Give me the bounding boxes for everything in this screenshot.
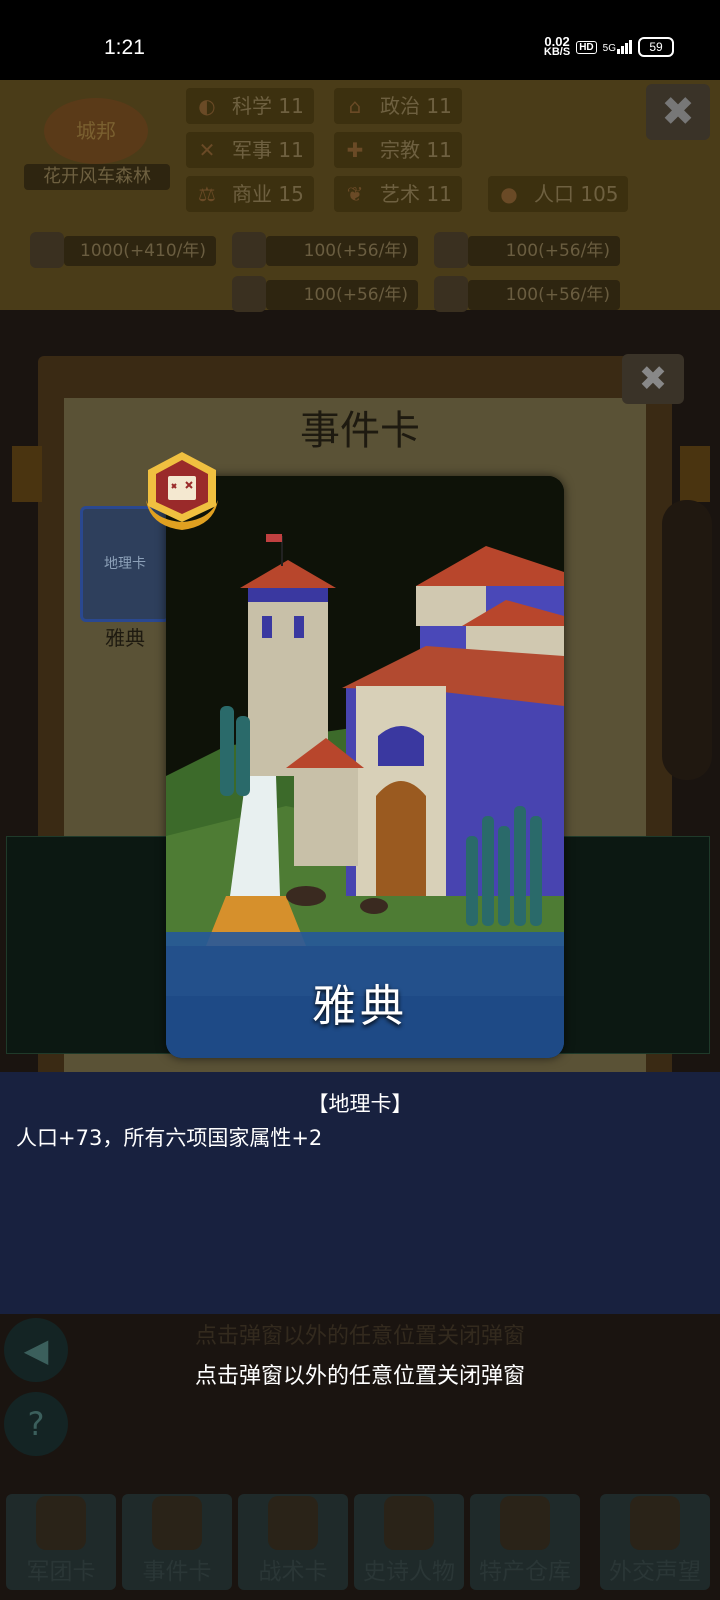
- nav-epic-characters[interactable]: 史诗人物: [354, 1494, 464, 1590]
- scroll-icon: [152, 1496, 202, 1550]
- status-indicators: 0.02 KB/S HD 5G 59: [543, 34, 674, 58]
- help-icon[interactable]: ?: [4, 1392, 68, 1456]
- battery-icon: 59: [638, 37, 674, 57]
- stone-icon: [434, 232, 468, 268]
- side-wheel: [662, 500, 712, 780]
- population-icon: ●: [500, 182, 518, 206]
- letter-icon: [630, 1496, 680, 1550]
- resource-gold: 1000(+410/年): [30, 232, 216, 268]
- stat-science: ◐ 科学 11: [186, 88, 314, 124]
- status-time: 1:21: [104, 36, 145, 59]
- close-hint: 点击弹窗以外的任意位置关闭弹窗: [194, 1364, 525, 1389]
- card-type: 【地理卡】: [307, 1092, 413, 1116]
- chest-icon: [500, 1496, 550, 1550]
- science-icon: ◐: [198, 94, 216, 118]
- religion-icon: ✚: [346, 138, 364, 162]
- iron-icon: [232, 276, 266, 312]
- resource-meat: 100(+56/年): [434, 276, 620, 312]
- stat-military: ✕ 军事 11: [186, 132, 314, 168]
- gold-icon: [30, 232, 64, 268]
- nav-event-cards[interactable]: 事件卡: [122, 1494, 232, 1590]
- wood-icon: [232, 232, 266, 268]
- resource-iron: 100(+56/年): [232, 276, 418, 312]
- nav-diplomacy[interactable]: 外交声望: [600, 1494, 710, 1590]
- resource-stone: 100(+56/年): [434, 232, 620, 268]
- map-badge-icon: [146, 452, 218, 530]
- nav-tactic-cards[interactable]: 战术卡: [238, 1494, 348, 1590]
- signal-icon: 5G: [603, 40, 632, 54]
- event-panel-title: 事件卡: [300, 408, 420, 454]
- politics-icon: ⌂: [348, 94, 362, 118]
- net-speed: 0.02 KB/S: [543, 34, 571, 58]
- resource-wood: 100(+56/年): [232, 232, 418, 268]
- military-icon: ✕: [198, 138, 216, 162]
- city-emblem: 城邦: [44, 98, 148, 164]
- stat-population: ● 人口 105: [488, 176, 628, 212]
- card-effect: 人口+73，所有六项国家属性+2: [16, 1126, 323, 1150]
- close-icon[interactable]: ✖: [622, 354, 684, 404]
- commerce-icon: ⚖: [198, 182, 216, 206]
- city-name: 花开风车森林: [24, 164, 170, 190]
- shield-icon: [268, 1496, 318, 1550]
- background-hint: 点击弹窗以外的任意位置关闭弹窗: [194, 1324, 525, 1349]
- bottom-nav: 军团卡 事件卡 战术卡 史诗人物 特产仓库 外交声望: [0, 1480, 720, 1590]
- meat-icon: [434, 276, 468, 312]
- stat-religion: ✚ 宗教 11: [334, 132, 462, 168]
- close-icon[interactable]: ✖: [646, 84, 710, 140]
- stat-art: ❦ 艺术 11: [334, 176, 462, 212]
- crown-icon: [384, 1496, 434, 1550]
- status-bar: 1:21 0.02 KB/S HD 5G 59: [0, 0, 720, 80]
- nav-legion-cards[interactable]: 军团卡: [6, 1494, 116, 1590]
- event-card-thumbnail-caption: 雅典: [105, 626, 145, 650]
- stat-politics: ⌂ 政治 11: [334, 88, 462, 124]
- card-title: 雅典: [312, 981, 408, 1032]
- helmet-icon: [36, 1496, 86, 1550]
- stat-commerce: ⚖ 商业 15: [186, 176, 314, 212]
- nav-specialty-warehouse[interactable]: 特产仓库: [470, 1494, 580, 1590]
- art-icon: ❦: [346, 182, 364, 206]
- hd-badge: HD: [576, 40, 597, 54]
